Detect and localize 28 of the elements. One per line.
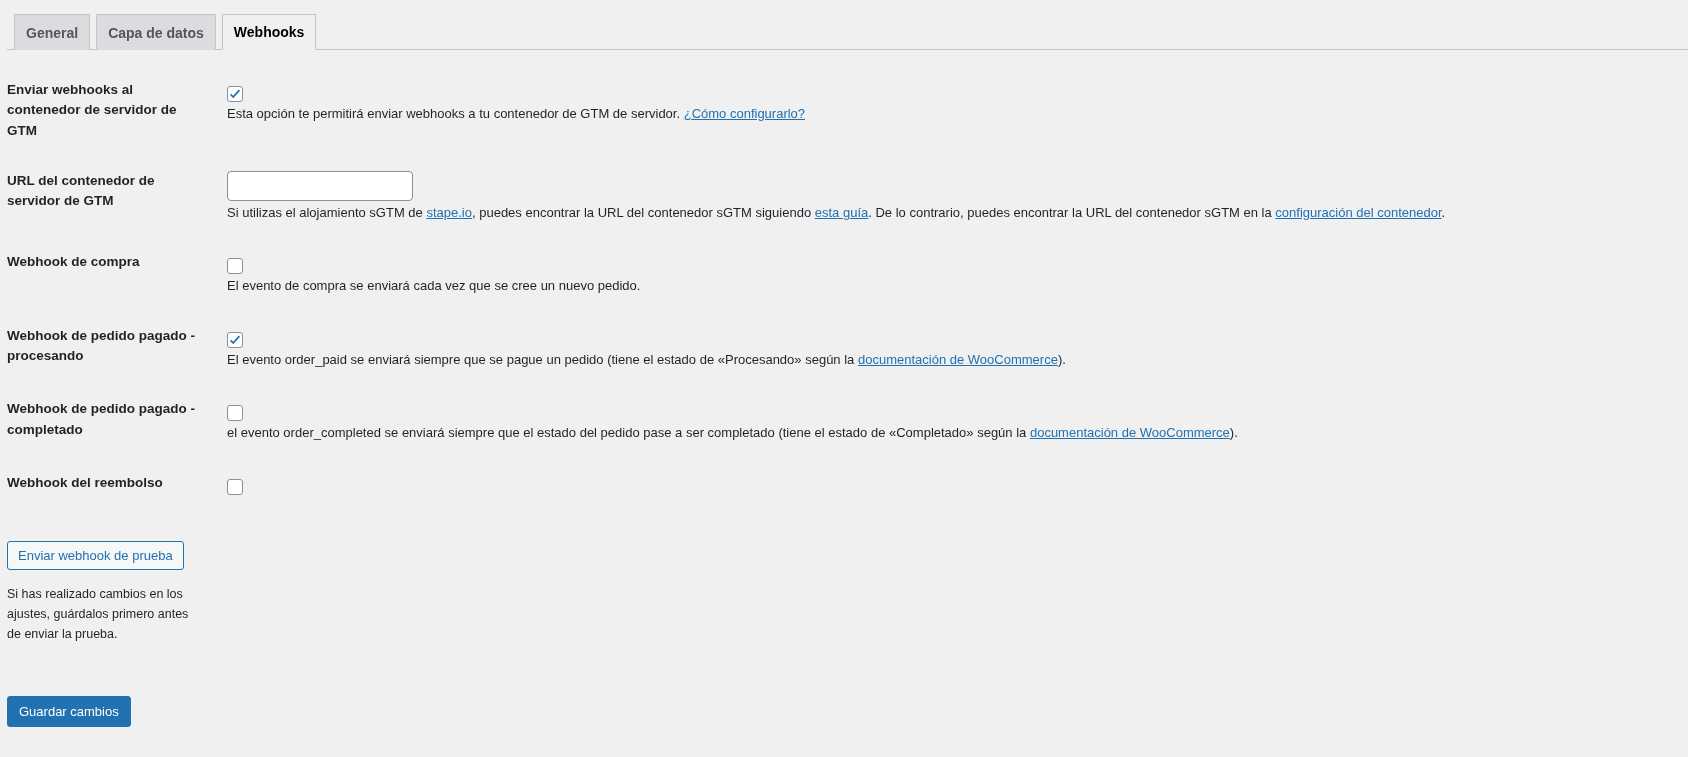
setting-description: El evento de compra se enviará cada vez que se cree un nuevo pedido.: [227, 277, 641, 296]
checkbox[interactable]: [227, 331, 243, 348]
setting-label: Webhook de compra: [7, 253, 141, 272]
tab[interactable]: Webhooks: [221, 14, 317, 50]
tab[interactable]: Capa de datos: [96, 14, 216, 50]
test-note: Si has realizado cambios en los ajustes, guárdalos primero antes de enviar la prueba.: [7, 585, 190, 643]
save-button[interactable]: Guardar cambios: [7, 695, 131, 727]
setting-label: Webhook de pedido pagado - procesando: [7, 326, 196, 365]
setting-label: Enviar webhooks al contenedor de servidor de GTM: [7, 81, 178, 140]
link[interactable]: configuración del contenedor: [1275, 204, 1442, 220]
setting-description: Esta opción te permitirá enviar webhooks a tu contenedor de GTM de servidor. ¿Cómo configurarlo?: [227, 105, 806, 123]
setting-description: El evento order_paid se enviará siempre que se pague un pedido (tiene el estado de «Procesando» según la documentación de WooCommerce).: [227, 350, 1066, 369]
tab[interactable]: General: [14, 14, 91, 50]
setting-description: el evento order_completed se enviará siempre que el estado del pedido pase a ser completado (tiene el estado de «Completado» según la documentación de WooCommerce).: [227, 424, 1238, 443]
setting-label: Webhook del reembolso: [7, 473, 164, 492]
link[interactable]: documentación de WooCommerce: [857, 351, 1058, 367]
send-test-button[interactable]: Enviar webhook de prueba: [7, 540, 184, 570]
link[interactable]: stape.io: [426, 204, 472, 220]
setting-label: URL del contenedor de servidor de GTM: [7, 171, 156, 210]
checkbox[interactable]: [227, 86, 243, 102]
setting-label: Webhook de pedido pagado - completado: [7, 400, 196, 439]
checkbox[interactable]: [227, 405, 243, 422]
url-input-field[interactable]: [227, 170, 413, 201]
link[interactable]: ¿Cómo configurarlo?: [683, 106, 806, 121]
checkbox[interactable]: [227, 478, 243, 495]
link[interactable]: documentación de WooCommerce: [1029, 425, 1230, 441]
checkbox[interactable]: [227, 258, 243, 275]
setting-description: Si utilizas el alojamiento sGTM de stape.io, puedes encontrar la URL del contenedor sGTM siguiendo esta guía. De lo contrario, puedes encontrar la URL del contenedor sGTM en la configuración del contenedor.: [227, 203, 1446, 222]
